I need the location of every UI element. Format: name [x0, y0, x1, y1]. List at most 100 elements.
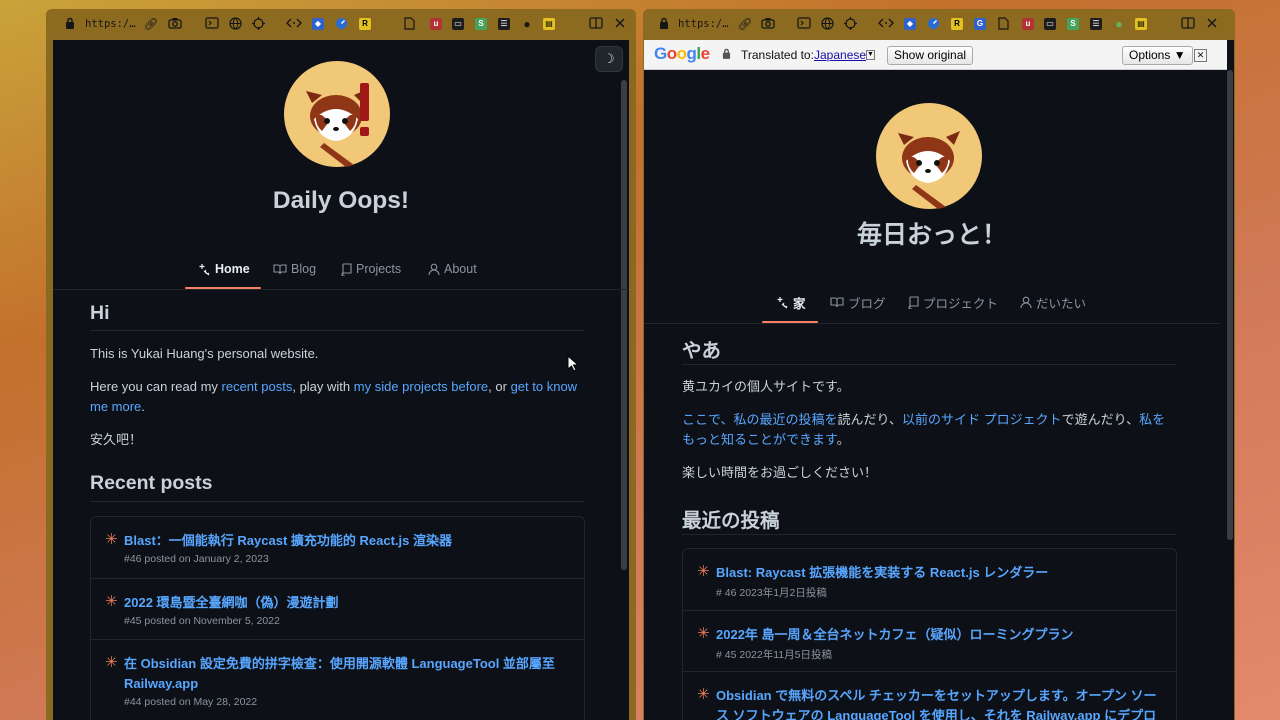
nav-tab-projects[interactable]: プロジェクト: [908, 294, 998, 311]
avatar: [876, 103, 982, 209]
nav-tab-about[interactable]: About: [428, 261, 477, 277]
post-title-link[interactable]: 2022 環島暨全臺網咖（偽）漫遊計劃: [124, 593, 574, 613]
close-icon[interactable]: [612, 16, 628, 32]
person-icon: [1020, 296, 1032, 308]
camera-icon[interactable]: [167, 16, 183, 32]
address-bar[interactable]: https:/…: [678, 16, 729, 32]
scrollbar[interactable]: [621, 80, 627, 570]
globe-icon[interactable]: [227, 16, 243, 32]
note-icon[interactable]: ▤: [543, 18, 555, 30]
s-extension-icon[interactable]: S: [475, 18, 487, 30]
sparkle-icon: [777, 296, 788, 308]
list-icon[interactable]: ☰: [1090, 18, 1102, 30]
post-item[interactable]: ✳ 2022年 島一周＆全台ネットカフェ（疑似）ローミングプラン # 45 20…: [683, 610, 1176, 672]
post-item[interactable]: ✳ Blast: Raycast 拡張機能を実装する React.js レンダラ…: [683, 549, 1176, 611]
post-item[interactable]: ✳ 2022 環島暨全臺網咖（偽）漫遊計劃 #45 posted on Nove…: [91, 578, 584, 640]
nav-tab-home[interactable]: 家: [776, 294, 806, 311]
terminal-icon[interactable]: [204, 16, 220, 32]
recent-posts-link[interactable]: recent posts: [222, 379, 293, 394]
nav-divider: [644, 323, 1220, 324]
speed-icon[interactable]: [925, 16, 941, 32]
camera-icon[interactable]: [760, 16, 776, 32]
nav-tab-blog[interactable]: Blog: [273, 261, 316, 277]
address-bar[interactable]: https:/…: [85, 16, 136, 32]
site-title[interactable]: 毎日おっと！: [644, 215, 1220, 251]
file-icon[interactable]: [401, 16, 417, 32]
show-original-button[interactable]: Show original: [887, 46, 974, 65]
post-item[interactable]: ✳ 在 Obsidian 設定免費的拼字檢查：使用開源軟體 LanguageTo…: [91, 639, 584, 720]
close-translate-button[interactable]: ✕: [1194, 49, 1207, 62]
code-icon[interactable]: [286, 16, 302, 32]
text: .: [141, 399, 145, 414]
heading-rule: [90, 501, 585, 502]
side-projects-link[interactable]: 以前のサイド プロジェクト: [902, 412, 1062, 427]
window-icon[interactable]: ▭: [452, 18, 464, 30]
leaf-icon[interactable]: ●: [1111, 16, 1127, 32]
intro-heading: やあ: [682, 340, 722, 362]
page-viewport: ☽ Daily Oops! Home Blog Projects About H…: [53, 40, 629, 720]
language-select[interactable]: Japanese: [814, 48, 866, 62]
s-extension-icon[interactable]: S: [1067, 18, 1079, 30]
post-title-link[interactable]: Obsidian で無料のスペル チェッカーをセットアップします。オープン ソー…: [716, 686, 1166, 720]
translate-icon[interactable]: G: [974, 18, 986, 30]
note-icon[interactable]: ▤: [1135, 18, 1147, 30]
leaf-icon[interactable]: ●: [519, 16, 535, 32]
post-title-link[interactable]: Blast：一個能執行 Raycast 擴充功能的 React.js 渲染器: [124, 531, 574, 551]
options-button[interactable]: Options ▼: [1122, 46, 1193, 65]
recent-posts-heading: Recent posts: [90, 472, 213, 494]
close-icon[interactable]: [1204, 16, 1220, 32]
text: 読んだり、: [837, 412, 902, 427]
nav-tab-about[interactable]: だいたい: [1020, 294, 1086, 311]
browser-toolbar: https:/… 🔗︎ ◆ R u ▭ S ☰ ● ▤: [46, 9, 636, 39]
crosshair-icon[interactable]: [250, 16, 266, 32]
crosshair-icon[interactable]: [842, 16, 858, 32]
heading-rule: [682, 534, 1177, 535]
page-viewport: Google Translated to: Japanese ▼ Show or…: [644, 40, 1234, 720]
star-icon: ✳: [697, 686, 710, 703]
theme-toggle-button[interactable]: ☽: [595, 46, 623, 72]
intro-paragraph-1: 黄ユカイの個人サイトです。: [682, 379, 850, 394]
nav-tab-home[interactable]: Home: [198, 261, 250, 277]
text: で遊んだり、: [1061, 412, 1140, 427]
side-projects-link[interactable]: my side projects before: [354, 379, 488, 394]
post-title-link[interactable]: 在 Obsidian 設定免費的拼字檢查：使用開源軟體 LanguageTool…: [124, 654, 574, 694]
r-extension-icon[interactable]: R: [951, 18, 963, 30]
link-icon[interactable]: 🔗︎: [143, 16, 159, 32]
code-icon[interactable]: [878, 16, 894, 32]
repo-icon: [908, 295, 919, 309]
text: 。: [836, 432, 850, 447]
chevron-down-icon[interactable]: ▼: [866, 50, 875, 60]
recent-posts-link[interactable]: ここで、私の最近の投稿を: [682, 412, 837, 427]
post-item[interactable]: ✳ Obsidian で無料のスペル チェッカーをセットアップします。オープン …: [683, 671, 1176, 720]
speed-icon[interactable]: [333, 16, 349, 32]
sidebar-toggle-icon[interactable]: [588, 16, 604, 32]
nav-tab-projects[interactable]: Projects: [341, 261, 401, 277]
list-icon[interactable]: ☰: [498, 18, 510, 30]
sidebar-toggle-icon[interactable]: [1180, 16, 1196, 32]
heading-rule: [682, 364, 1177, 365]
nav-tab-blog[interactable]: ブログ: [830, 294, 886, 311]
ublock-icon[interactable]: u: [430, 18, 442, 30]
intro-paragraph-2: Here you can read my recent posts, play …: [90, 377, 585, 417]
site-title[interactable]: Daily Oops!: [53, 187, 629, 215]
window-icon[interactable]: ▭: [1044, 18, 1056, 30]
password-manager-icon[interactable]: ◆: [904, 18, 916, 30]
link-icon[interactable]: 🔗︎: [737, 16, 753, 32]
post-item[interactable]: ✳ Blast：一個能執行 Raycast 擴充功能的 React.js 渲染器…: [91, 517, 584, 579]
post-meta: #45 posted on November 5, 2022: [124, 615, 280, 627]
book-icon: [830, 297, 844, 308]
posts-list: ✳ Blast: Raycast 拡張機能を実装する React.js レンダラ…: [682, 548, 1177, 720]
file-icon[interactable]: [995, 16, 1011, 32]
terminal-icon[interactable]: [796, 16, 812, 32]
google-translate-bar: Google Translated to: Japanese ▼ Show or…: [644, 40, 1227, 70]
main-nav: Home Blog Projects About: [53, 250, 629, 290]
post-title-link[interactable]: 2022年 島一周＆全台ネットカフェ（疑似）ローミングプラン: [716, 625, 1166, 645]
post-title-link[interactable]: Blast: Raycast 拡張機能を実装する React.js レンダラー: [716, 563, 1166, 583]
heading-rule: [90, 330, 585, 331]
password-manager-icon[interactable]: ◆: [312, 18, 324, 30]
star-icon: ✳: [105, 593, 118, 610]
globe-icon[interactable]: [819, 16, 835, 32]
browser-toolbar: https:/… 🔗︎ ◆ R G u ▭ S ☰ ● ▤: [643, 9, 1235, 39]
r-extension-icon[interactable]: R: [359, 18, 371, 30]
ublock-icon[interactable]: u: [1022, 18, 1034, 30]
